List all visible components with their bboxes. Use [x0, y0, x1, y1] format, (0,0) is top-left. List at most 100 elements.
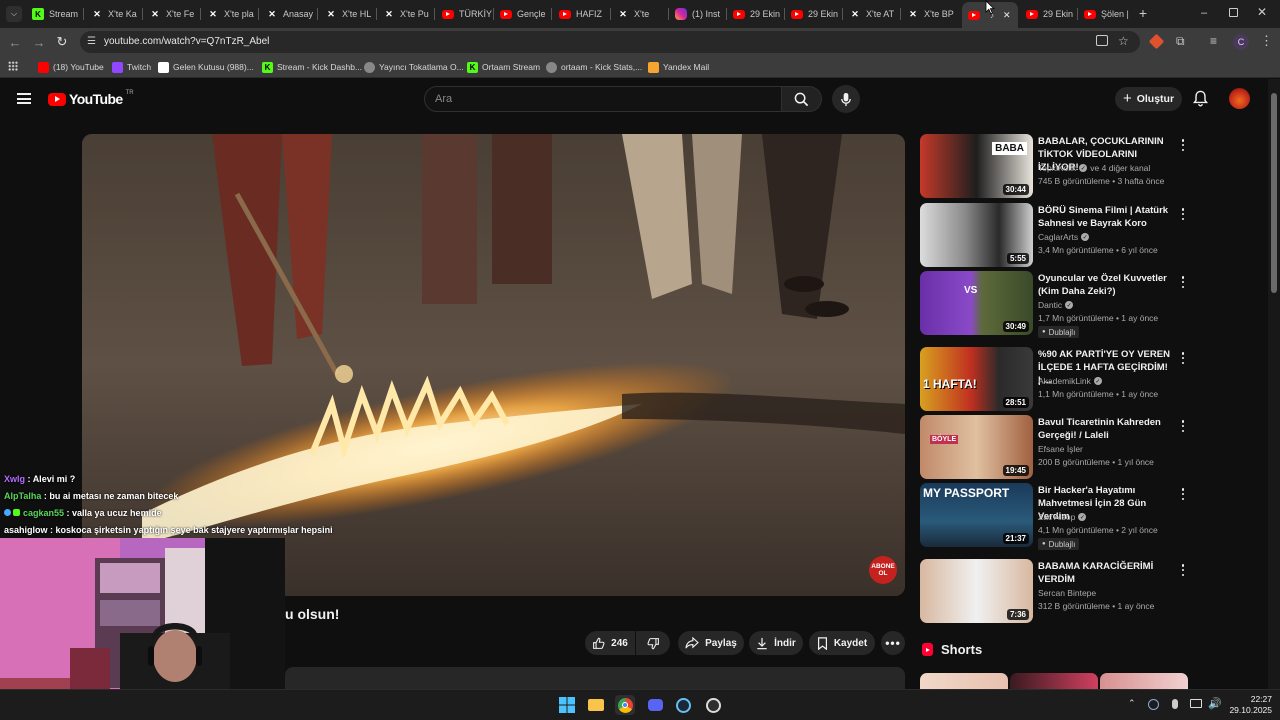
video-thumbnail[interactable]: VS 30:49 [920, 271, 1033, 335]
browser-tab[interactable]: ✕ X'te AT [843, 3, 900, 25]
description-box[interactable] [285, 667, 905, 689]
browser-tab[interactable]: TÜRKİY [436, 3, 493, 25]
voice-search-button[interactable] [832, 85, 860, 113]
close-window-button[interactable]: ✕ [1256, 6, 1268, 18]
recommended-video[interactable]: 7:36 BABAMA KARACİĞERİMİ VERDİM Sercan Bin… [920, 559, 1265, 623]
recommended-video[interactable]: BÖYLE 19:45 Bavul Ticaretinin Kahreden Ger… [920, 415, 1265, 479]
more-vertical-icon[interactable] [1178, 563, 1188, 577]
address-bar[interactable]: ☰ youtube.com/watch?v=Q7nTzR_Abel ☆ [80, 31, 1140, 53]
bookmark-item[interactable]: Gelen Kutusu (988)... [158, 60, 254, 74]
channel-name[interactable]: CaglarArts ✓ [1038, 232, 1090, 242]
more-vertical-icon[interactable] [1178, 419, 1188, 433]
recommended-video[interactable]: MY PASSPORT 21:37 Bir Hacker'a Hayatımı Ma… [920, 483, 1265, 550]
video-title[interactable]: Oyuncular ve Özel Kuvvetler (Kim Daha Ze… [1038, 272, 1173, 298]
microphone-tray-icon[interactable] [1172, 699, 1178, 709]
apps-grid-icon[interactable] [8, 61, 18, 71]
share-button[interactable]: Paylaş [678, 631, 744, 655]
browser-tab[interactable]: HAFIZ [553, 3, 610, 25]
search-button[interactable] [782, 86, 822, 112]
profile-avatar[interactable]: C [1233, 34, 1249, 50]
install-app-icon[interactable] [1096, 35, 1108, 46]
subscribe-watermark[interactable]: ABONE OL [869, 556, 897, 584]
video-thumbnail[interactable]: BABA 30:44 [920, 134, 1033, 198]
create-button[interactable]: + Oluştur [1115, 87, 1182, 111]
browser-tab[interactable]: (1) Inst [669, 3, 726, 25]
download-button[interactable]: İndir [749, 631, 803, 655]
recommended-video[interactable]: 5:55 BÖRÜ Sinema Filmi | Atatürk Sahnesi … [920, 203, 1265, 267]
more-vertical-icon[interactable] [1178, 351, 1188, 365]
bookmark-item[interactable]: ortaam - Kick Stats,... [546, 60, 642, 74]
maximize-button[interactable] [1229, 8, 1238, 17]
more-actions-button[interactable]: ••• [881, 631, 905, 655]
system-tray-icon[interactable] [1148, 699, 1159, 710]
notifications-button[interactable] [1192, 90, 1209, 112]
discord-taskbar-button[interactable] [645, 695, 665, 715]
bookmark-item[interactable]: Yayıncı Tokatlama O... [364, 60, 464, 74]
browser-tab[interactable]: K Stream [26, 3, 83, 25]
browser-tab[interactable]: ✕ X'te Fe [143, 3, 200, 25]
search-input[interactable]: Ara [424, 86, 782, 112]
account-avatar[interactable] [1229, 88, 1250, 109]
shorts-thumbnail[interactable] [1010, 673, 1098, 689]
obs-taskbar-button[interactable] [703, 695, 723, 715]
volume-icon[interactable]: 🔊 [1208, 697, 1222, 710]
browser-tab[interactable]: Gençle [494, 3, 551, 25]
video-title[interactable]: BABAMA KARACİĞERİMİ VERDİM [1038, 560, 1173, 586]
browser-tab[interactable]: Şölen | [1078, 3, 1135, 25]
forward-button[interactable]: → [30, 33, 48, 51]
channel-name[interactable]: Efsane İşler [1038, 444, 1083, 454]
bookmark-item[interactable]: Yandex Mail [648, 60, 709, 74]
browser-tab[interactable]: ✕ X'te BP [901, 3, 958, 25]
channel-name[interactable]: Sercan Bintepe [1038, 588, 1096, 598]
more-vertical-icon[interactable] [1178, 487, 1188, 501]
video-thumbnail[interactable]: 1 HAFTA! 28:51 [920, 347, 1033, 411]
channel-name[interactable]: TepkiKolik ✓ ve 4 diğer kanal [1038, 163, 1150, 173]
browser-menu-icon[interactable]: ⋮ [1260, 33, 1273, 49]
save-button[interactable]: Kaydet [809, 631, 875, 655]
video-thumbnail[interactable]: 7:36 [920, 559, 1033, 623]
reload-button[interactable]: ↻ [53, 33, 71, 51]
tab-search-button[interactable]: ⌵ [6, 6, 22, 22]
extensions-puzzle-icon[interactable]: ⧉ [1176, 34, 1185, 49]
video-title[interactable]: Bavul Ticaretinin Kahreden Gerçeği! / La… [1038, 416, 1173, 442]
hamburger-menu-icon[interactable] [17, 93, 31, 104]
browser-tab[interactable]: 29 Ekin [1020, 3, 1077, 25]
network-icon[interactable] [1190, 699, 1202, 708]
extension-icon[interactable] [1148, 33, 1165, 50]
video-title[interactable]: BÖRÜ Sinema Filmi | Atatürk Sahnesi ve B… [1038, 204, 1173, 230]
browser-tab[interactable]: ✕ X'te [611, 3, 668, 25]
shorts-thumbnail[interactable] [1100, 673, 1188, 689]
site-info-icon[interactable]: ☰ [87, 36, 96, 47]
channel-name[interactable]: Zac Alsop ✓ [1038, 512, 1087, 522]
browser-tab[interactable]: ✕ X'te HL [319, 3, 376, 25]
browser-tab[interactable]: 29 Ekin [727, 3, 784, 25]
youtube-logo[interactable]: YouTube TR [48, 90, 134, 107]
browser-tab[interactable]: ✕ X'te Pu [377, 3, 434, 25]
like-button[interactable]: 246 [585, 631, 635, 655]
media-controls-icon[interactable]: ≡ [1210, 34, 1217, 48]
chrome-taskbar-button[interactable] [615, 695, 635, 715]
dislike-button[interactable] [636, 631, 670, 655]
browser-tab[interactable]: ✕ X'te pla [201, 3, 258, 25]
new-tab-button[interactable]: + [1136, 6, 1150, 20]
more-vertical-icon[interactable] [1178, 207, 1188, 221]
bookmark-item[interactable]: Twitch [112, 60, 151, 74]
bookmark-item[interactable]: K Ortaam Stream [467, 60, 540, 74]
video-thumbnail[interactable]: MY PASSPORT 21:37 [920, 483, 1033, 547]
page-scrollbar[interactable] [1268, 79, 1280, 689]
more-vertical-icon[interactable] [1178, 138, 1188, 152]
bookmark-item[interactable]: (18) YouTube [38, 60, 104, 74]
steam-taskbar-button[interactable] [673, 695, 693, 715]
browser-tab[interactable]: 29 Ekin [785, 3, 842, 25]
video-thumbnail[interactable]: BÖYLE 19:45 [920, 415, 1033, 479]
close-tab-icon[interactable]: ✕ [1003, 10, 1011, 21]
file-explorer-button[interactable] [586, 695, 606, 715]
minimize-button[interactable]: – [1198, 7, 1210, 19]
chevron-up-icon[interactable]: ⌃ [1128, 698, 1136, 709]
shorts-thumbnail[interactable] [920, 673, 1008, 689]
more-vertical-icon[interactable] [1178, 275, 1188, 289]
scrollbar-thumb[interactable] [1271, 93, 1277, 293]
start-button[interactable] [557, 695, 577, 715]
recommended-video[interactable]: BABA 30:44 BABALAR, ÇOCUKLARININ TİKTOK Vİ… [920, 134, 1265, 198]
browser-tab[interactable]: ✕ X'te Ka [85, 3, 142, 25]
